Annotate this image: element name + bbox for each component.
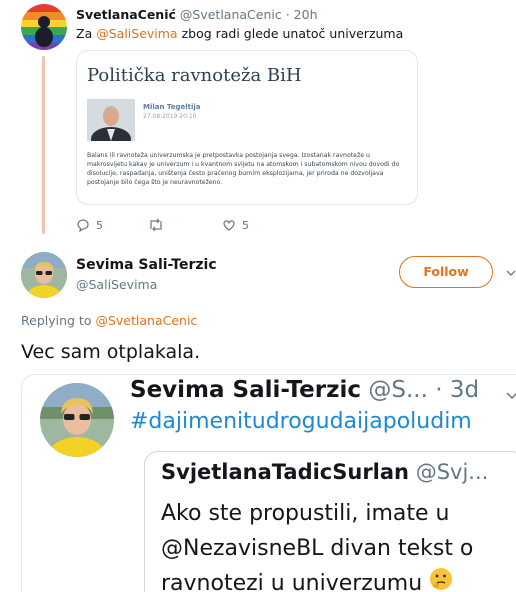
quoted-header: SvjetlanaTadicSurlan @Svj... — [161, 460, 488, 484]
like-count: 5 — [242, 218, 249, 232]
separator-dot: · — [285, 7, 290, 22]
screenshot-avatar — [40, 383, 114, 457]
parent-tweet: SvetlanaCenić @SvetlanaCenic · 20h Za @S… — [0, 0, 516, 238]
screenshot-separator: · — [435, 377, 443, 403]
screenshot-quoted-tweet: SvjetlanaTadicSurlan @Svj... Ako ste pro… — [144, 451, 516, 592]
heart-icon — [222, 218, 236, 232]
replying-to-link[interactable]: @SvetlanaCenic — [95, 313, 197, 328]
speech-bubble-icon — [76, 218, 90, 232]
parent-author-name[interactable]: SvetlanaCenić — [76, 7, 176, 22]
thinking-face-emoji — [429, 567, 453, 592]
quoted-author-name: SvjetlanaTadicSurlan — [161, 460, 410, 484]
reply-action[interactable]: 5 — [76, 218, 103, 232]
screenshot-author-handle: @S... — [368, 377, 428, 403]
screenshot-timestamp: 3d — [449, 377, 480, 403]
follow-button[interactable]: Follow — [399, 256, 493, 288]
svetlana-avatar[interactable] — [21, 4, 67, 50]
reply-text: Vec sam otplakala. — [21, 341, 201, 363]
quoted-line-1: Ako ste propustili, imate u — [161, 501, 450, 526]
screenshot-hashtag: #dajimenitudrogudaijapoludim — [130, 409, 472, 434]
reply-author-name[interactable]: Sevima Sali-Terzic — [76, 257, 217, 273]
attached-screenshot-image[interactable]: Sevima Sali-Terzic @S... · 3d #dajimenit… — [21, 374, 516, 592]
retweet-arrows-icon — [148, 218, 164, 232]
screenshot-author-name: Sevima Sali-Terzic — [130, 377, 362, 403]
parent-tweet-header: SvetlanaCenić @SvetlanaCenic · 20h — [76, 7, 318, 22]
card-date: 27.08.2019 20:10 — [143, 113, 197, 120]
like-action[interactable]: 5 — [222, 218, 249, 232]
screenshot-header: Sevima Sali-Terzic @S... · 3d — [130, 377, 479, 403]
card-author: Milan Tegeltija — [143, 103, 201, 111]
retweet-action[interactable] — [148, 218, 170, 232]
quoted-line-3-wrap: ravnotezi u univerzumu — [161, 566, 516, 592]
thread-line — [42, 56, 45, 234]
replying-to: Replying to @SvetlanaCenic — [21, 313, 197, 328]
sevima-avatar[interactable] — [21, 252, 67, 298]
card-excerpt: Balans ili ravnoteža univerzumska je pre… — [87, 152, 400, 186]
mention-link[interactable]: @SaliSevima — [96, 26, 177, 41]
reply-count: 5 — [96, 218, 103, 232]
author-photo — [87, 99, 135, 141]
quoted-text: Ako ste propustili, imate u @NezavisneBL… — [161, 496, 516, 592]
parent-text-prefix: Za — [76, 26, 93, 41]
quoted-author-handle: @Svj... — [415, 460, 489, 484]
parent-author-handle[interactable]: @SvetlanaCenic — [180, 7, 282, 22]
parent-tweet-text: Za @SaliSevima zbog radi glede unatoč un… — [76, 26, 403, 41]
screenshot-chevron-down-icon — [506, 385, 516, 404]
quoted-line-3: ravnotezi u univerzumu — [161, 571, 423, 592]
reply-author-handle[interactable]: @SaliSevima — [76, 277, 157, 292]
replying-prefix: Replying to — [21, 313, 92, 328]
card-title: Politička ravnoteža BiH — [87, 65, 302, 86]
quoted-line-2: @NezavisneBL divan tekst o — [161, 536, 474, 561]
parent-timestamp[interactable]: 20h — [294, 7, 318, 22]
link-preview-card[interactable]: Politička ravnoteža BiH Milan Tegeltija … — [76, 50, 418, 205]
chevron-down-icon[interactable] — [506, 262, 516, 281]
parent-text-suffix: zbog radi glede unatoč univerzuma — [181, 26, 404, 41]
